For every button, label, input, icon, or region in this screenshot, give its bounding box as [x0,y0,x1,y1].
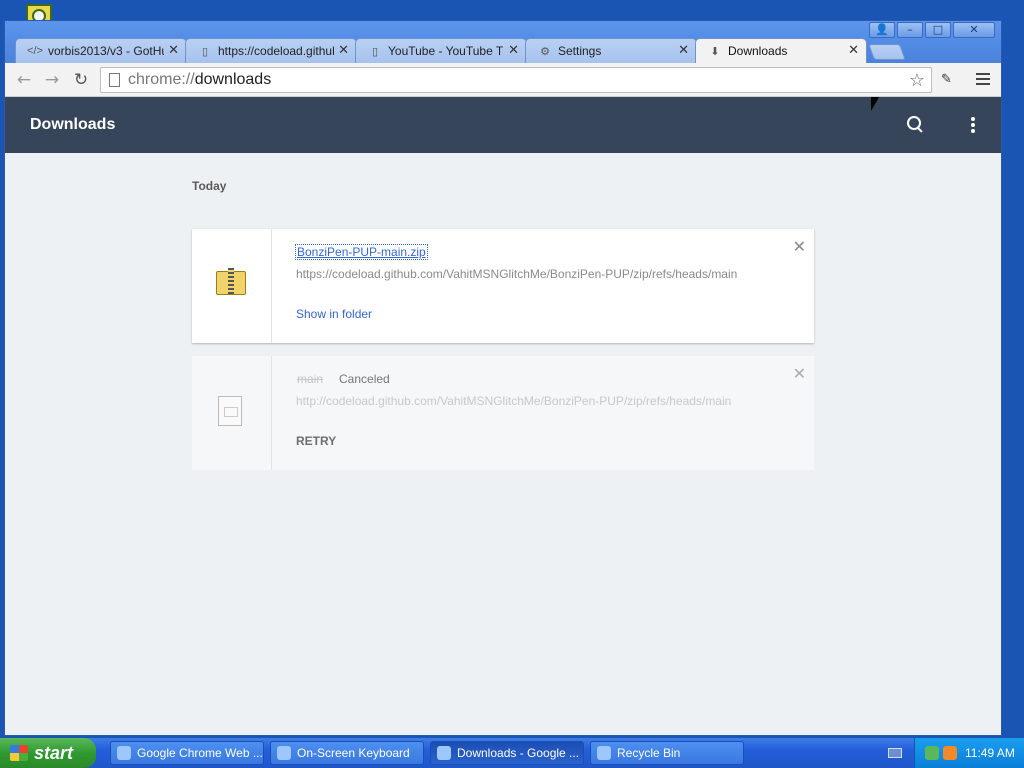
back-arrow-icon[interactable]: ← [13,69,35,91]
more-options-icon[interactable] [971,117,975,133]
download-status: Canceled [339,372,390,386]
download-icon: ⬇ [710,45,720,58]
page-title: Downloads [30,116,116,133]
tab-label: https://codeload.github. [218,44,334,58]
tab-codeload[interactable]: ▯ https://codeload.github. ✕ [185,38,357,63]
url-scheme: chrome:// [128,71,195,88]
tab-strip: 👤 – □ ✕ </> vorbis2013/v3 - GotHub ✕ ▯ h… [5,21,1001,63]
keyboard-icon [277,746,291,760]
taskbar-item-recycle-bin[interactable]: Recycle Bin [590,741,744,765]
tabs: </> vorbis2013/v3 - GotHub ✕ ▯ https://c… [15,38,906,63]
gear-icon: ⚙ [540,45,550,58]
retry-button[interactable]: RETRY [296,434,336,448]
profile-icon[interactable]: 👤 [869,22,895,38]
download-item: BonziPen-PUP-main.zip https://codeload.g… [192,229,814,343]
chrome-menu-icon[interactable] [976,73,990,85]
extension-icon[interactable]: ✎ [941,72,961,87]
file-icon-column [192,229,272,343]
system-tray: 11:49 AM [914,738,1024,768]
file-name-link[interactable]: BonziPen-PUP-main.zip [295,244,428,260]
mouse-cursor-icon [871,97,879,111]
taskbar-item-keyboard[interactable]: On-Screen Keyboard [270,741,424,765]
close-window-button[interactable]: ✕ [953,22,995,38]
chrome-icon [437,746,451,760]
recycle-bin-icon [597,746,611,760]
remove-icon[interactable]: ✕ [793,237,806,256]
chrome-window: 👤 – □ ✕ </> vorbis2013/v3 - GotHub ✕ ▯ h… [4,20,1002,736]
reload-icon[interactable]: ↻ [70,69,92,91]
tab-close-icon[interactable]: ✕ [678,43,689,58]
page-icon: ▯ [371,45,379,58]
taskbar-item-chrome[interactable]: Google Chrome Web ... [110,741,264,765]
forward-arrow-icon[interactable]: → [41,69,63,91]
task-label: Recycle Bin [617,746,681,760]
download-url[interactable]: http://codeload.github.com/VahitMSNGlitc… [296,394,766,408]
tab-label: Settings [558,44,602,58]
new-tab-button[interactable] [868,44,906,60]
search-tray-icon[interactable] [943,746,957,760]
tab-close-icon[interactable]: ✕ [338,43,349,58]
file-icon-column [192,356,272,470]
tab-close-icon[interactable]: ✕ [848,43,859,58]
clock[interactable]: 11:49 AM [965,746,1015,760]
tab-label: vorbis2013/v3 - GotHub [48,44,164,58]
remove-icon[interactable]: ✕ [793,364,806,383]
browser-toolbar: ← → ↻ chrome:// downloads ☆ ✎ [5,63,1001,97]
task-label: On-Screen Keyboard [297,746,410,760]
task-label: Downloads - Google ... [457,746,580,760]
downloads-header: Downloads [5,97,1001,153]
tab-label: Downloads [728,44,788,58]
file-name: main [297,372,324,386]
minimize-button[interactable]: – [897,22,923,38]
address-bar[interactable]: chrome:// downloads ☆ [100,67,932,93]
url-path: downloads [194,71,272,88]
download-item: main Canceled http://codeload.github.com… [192,356,814,470]
taskbar: start Google Chrome Web ... On-Screen Ke… [0,738,1024,768]
downloads-page: Downloads Today BonziPen-PUP-main.zip ht… [5,97,1001,735]
download-url[interactable]: https://codeload.github.com/VahitMSNGlit… [296,267,766,281]
network-icon[interactable] [925,746,939,760]
tab-youtube[interactable]: ▯ YouTube - YouTube TUD ✕ [355,38,527,63]
code-icon: </> [27,45,43,57]
taskbar-item-downloads[interactable]: Downloads - Google ... [430,741,584,765]
date-header: Today [192,179,227,193]
show-in-folder-link[interactable]: Show in folder [296,307,372,321]
restore-button[interactable]: □ [925,22,951,38]
page-icon: ▯ [201,45,209,58]
desktop: 👤 – □ ✕ </> vorbis2013/v3 - GotHub ✕ ▯ h… [0,0,1024,738]
bookmark-star-icon[interactable]: ☆ [909,70,925,91]
tab-github[interactable]: </> vorbis2013/v3 - GotHub ✕ [15,38,187,63]
window-controls: 👤 – □ ✕ [869,22,995,38]
tab-close-icon[interactable]: ✕ [168,43,179,58]
tab-close-icon[interactable]: ✕ [508,43,519,58]
search-icon[interactable] [905,114,925,134]
keyboard-tray-icon[interactable] [888,748,902,758]
tab-settings[interactable]: ⚙ Settings ✕ [525,38,697,63]
page-icon [109,73,120,87]
generic-file-icon [218,396,242,426]
windows-logo-icon [10,745,28,761]
task-label: Google Chrome Web ... [137,746,263,760]
start-label: start [34,742,74,763]
tab-downloads[interactable]: ⬇ Downloads ✕ [695,38,867,63]
tab-label: YouTube - YouTube TUD [388,44,504,58]
start-button[interactable]: start [0,738,96,768]
ie-icon [117,746,131,760]
zip-file-icon [216,268,246,295]
